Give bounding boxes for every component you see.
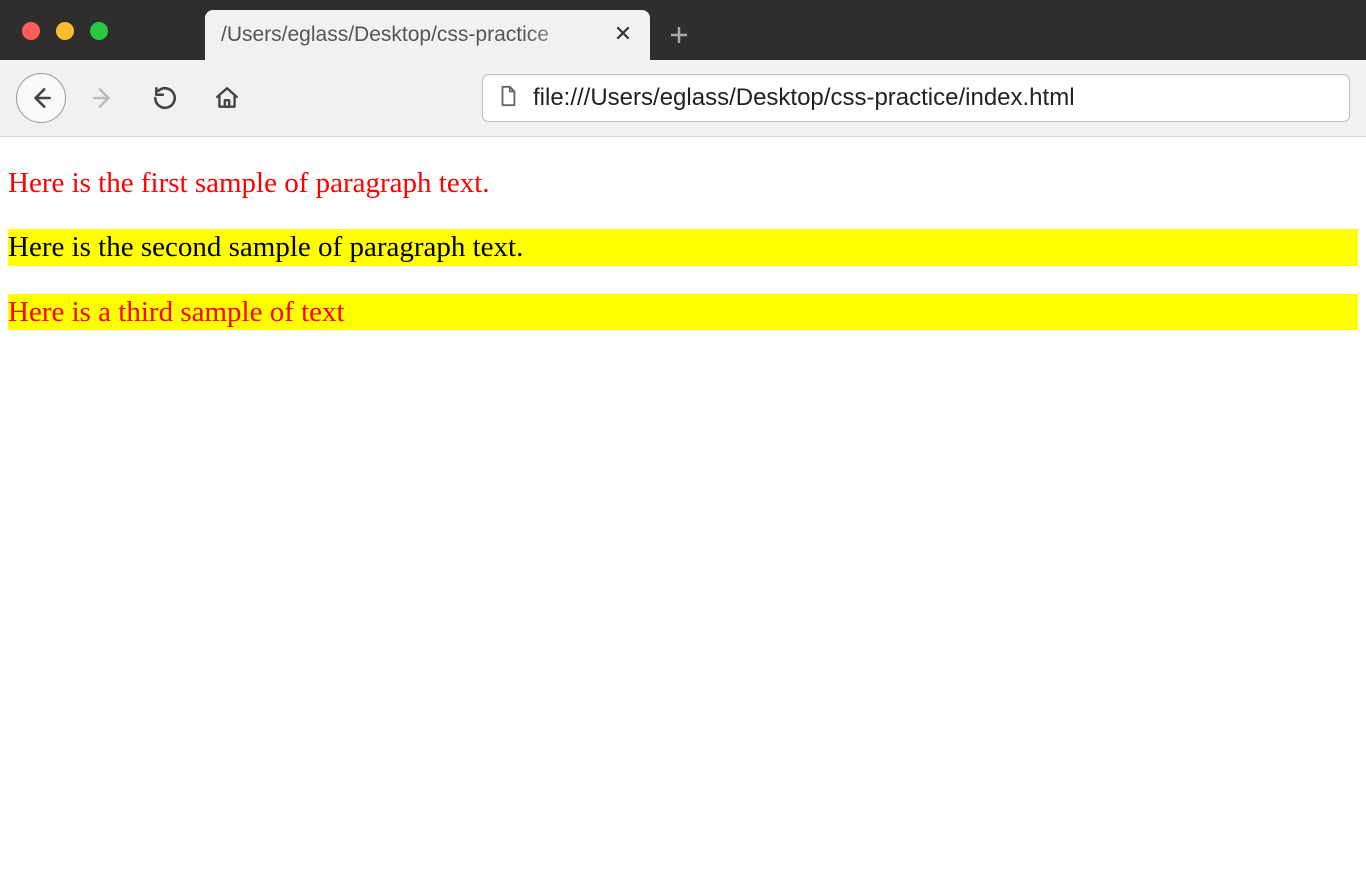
browser-tab-bar: /Users/eglass/Desktop/css-practice <box>0 0 1366 60</box>
address-bar[interactable] <box>482 74 1350 122</box>
url-input[interactable] <box>533 84 1335 112</box>
close-tab-button[interactable] <box>612 20 634 50</box>
browser-tab[interactable]: /Users/eglass/Desktop/css-practice <box>205 10 650 60</box>
window-maximize-button[interactable] <box>90 22 108 40</box>
window-minimize-button[interactable] <box>56 22 74 40</box>
tab-strip: /Users/eglass/Desktop/css-practice <box>205 0 704 60</box>
paragraph-3: Here is a third sample of text <box>8 294 1358 330</box>
forward-button[interactable] <box>78 73 128 123</box>
new-tab-button[interactable] <box>654 10 704 60</box>
window-close-button[interactable] <box>22 22 40 40</box>
paragraph-2: Here is the second sample of paragraph t… <box>8 229 1358 265</box>
home-button[interactable] <box>202 73 252 123</box>
browser-toolbar <box>0 60 1366 137</box>
paragraph-1: Here is the first sample of paragraph te… <box>8 165 1358 201</box>
reload-button[interactable] <box>140 73 190 123</box>
back-button[interactable] <box>16 73 66 123</box>
page-content: Here is the first sample of paragraph te… <box>0 165 1366 330</box>
tab-title: /Users/eglass/Desktop/css-practice <box>221 23 602 47</box>
file-icon <box>497 85 519 112</box>
window-controls <box>0 22 108 40</box>
